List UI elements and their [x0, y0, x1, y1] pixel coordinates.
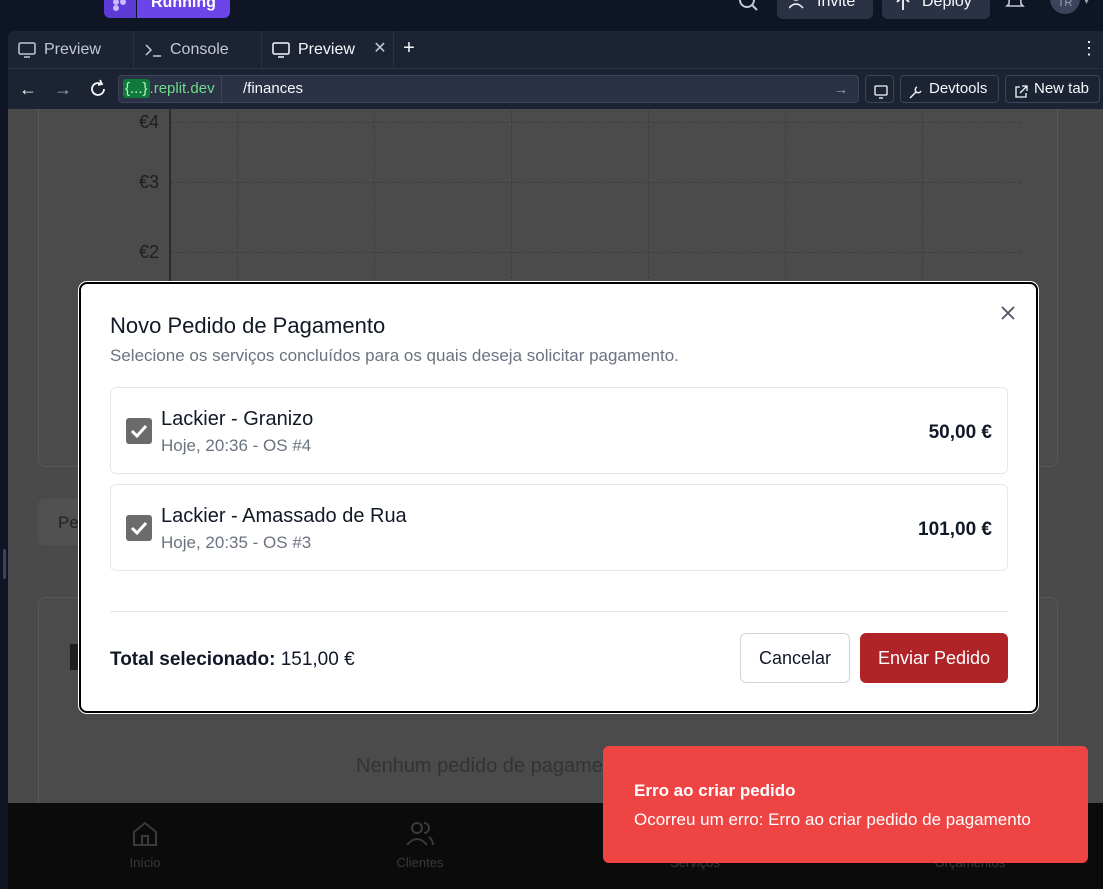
external-link-icon: [1014, 82, 1028, 98]
tab-console[interactable]: Console: [134, 31, 262, 68]
replit-logo-icon[interactable]: [104, 0, 136, 18]
reload-icon[interactable]: [88, 79, 108, 99]
deploy-button[interactable]: Deploy: [882, 0, 990, 19]
monitor-icon: [18, 41, 36, 58]
monitor-icon: [272, 41, 290, 58]
avatar[interactable]: TR: [1050, 0, 1080, 14]
check-icon: [130, 424, 148, 439]
grid-line: [171, 122, 1021, 123]
y-tick: €2: [139, 242, 160, 262]
new-tab-button[interactable]: New tab: [1005, 75, 1100, 103]
go-arrow-icon[interactable]: →: [834, 80, 850, 98]
back-arrow-icon[interactable]: ←: [18, 79, 38, 99]
nav-item-inicio[interactable]: Início: [85, 819, 205, 870]
url-input[interactable]: {...} .replit.dev /finances →: [118, 75, 859, 103]
service-name: Lackier - Amassado de Rua: [161, 505, 407, 527]
close-tab-icon[interactable]: ✕: [370, 39, 390, 59]
url-bar: ← → {...} .replit.dev /finances → Devtool…: [8, 69, 1103, 109]
y-tick: €3: [139, 172, 160, 192]
toast-message: Ocorreu um erro: Erro ao criar pedido de…: [634, 810, 1031, 829]
submit-request-button[interactable]: Enviar Pedido: [860, 633, 1008, 683]
total-selected: Total selecionado: 151,00 €: [110, 649, 355, 670]
divider: [110, 611, 1008, 612]
invite-button[interactable]: Invite: [777, 0, 873, 19]
toast-title: Erro ao criar pedido: [634, 781, 796, 800]
total-value: 151,00 €: [280, 649, 355, 670]
users-icon: [405, 819, 435, 849]
service-checkbox[interactable]: [126, 418, 152, 444]
url-path: /finances: [243, 80, 304, 97]
more-menu-icon[interactable]: ⋮: [1080, 37, 1098, 61]
nav-item-clientes[interactable]: Clientes: [360, 819, 480, 870]
terminal-icon: [144, 42, 162, 58]
service-meta: Hoje, 20:36 - OS #4: [161, 436, 312, 455]
chevron-down-icon[interactable]: ▾: [1084, 0, 1089, 7]
error-toast: Erro ao criar pedido Ocorreu um erro: Er…: [603, 746, 1088, 863]
service-checkbox[interactable]: [126, 515, 152, 541]
upload-arrow-icon: [894, 0, 912, 10]
tab-preview-1[interactable]: Preview: [8, 31, 134, 68]
service-item[interactable]: Lackier - Amassado de Rua Hoje, 20:35 - …: [110, 484, 1008, 571]
url-host: {...} .replit.dev: [119, 76, 222, 102]
payment-request-dialog: Novo Pedido de Pagamento Selecione os se…: [79, 282, 1038, 713]
service-name: Lackier - Granizo: [161, 408, 314, 430]
screen-toggle-button[interactable]: [865, 75, 894, 103]
add-tab-icon[interactable]: +: [398, 37, 420, 61]
search-icon[interactable]: [738, 0, 760, 14]
service-meta: Hoje, 20:35 - OS #3: [161, 533, 312, 552]
top-app-bar: Running Invite Deploy TR ▾: [0, 0, 1103, 28]
empty-state-message: Nenhum pedido de pagame: [356, 755, 603, 777]
running-button[interactable]: Running: [137, 0, 230, 18]
monitor-icon: [874, 82, 888, 99]
left-edge: [0, 109, 8, 889]
grid-line: [171, 252, 1021, 253]
resize-handle[interactable]: [3, 549, 6, 579]
tab-bar: Preview Console Preview ✕ + ⋮: [8, 31, 1103, 69]
wrench-icon: [909, 82, 923, 99]
check-icon: [130, 521, 148, 536]
grid-line: [171, 182, 1021, 183]
service-price: 50,00 €: [928, 422, 992, 443]
cancel-button[interactable]: Cancelar: [740, 633, 850, 683]
devtools-button[interactable]: Devtools: [900, 75, 999, 103]
service-item[interactable]: Lackier - Granizo Hoje, 20:36 - OS #4 50…: [110, 387, 1008, 474]
dialog-title: Novo Pedido de Pagamento: [110, 313, 386, 338]
bell-icon[interactable]: [1004, 0, 1026, 14]
add-user-icon: [788, 0, 807, 10]
forward-arrow-icon[interactable]: →: [53, 79, 73, 99]
home-icon: [130, 819, 160, 849]
close-icon[interactable]: [997, 302, 1019, 324]
dialog-description: Selecione os serviços concluídos para os…: [110, 346, 679, 365]
y-tick: €4: [139, 112, 160, 132]
service-price: 101,00 €: [918, 519, 992, 540]
